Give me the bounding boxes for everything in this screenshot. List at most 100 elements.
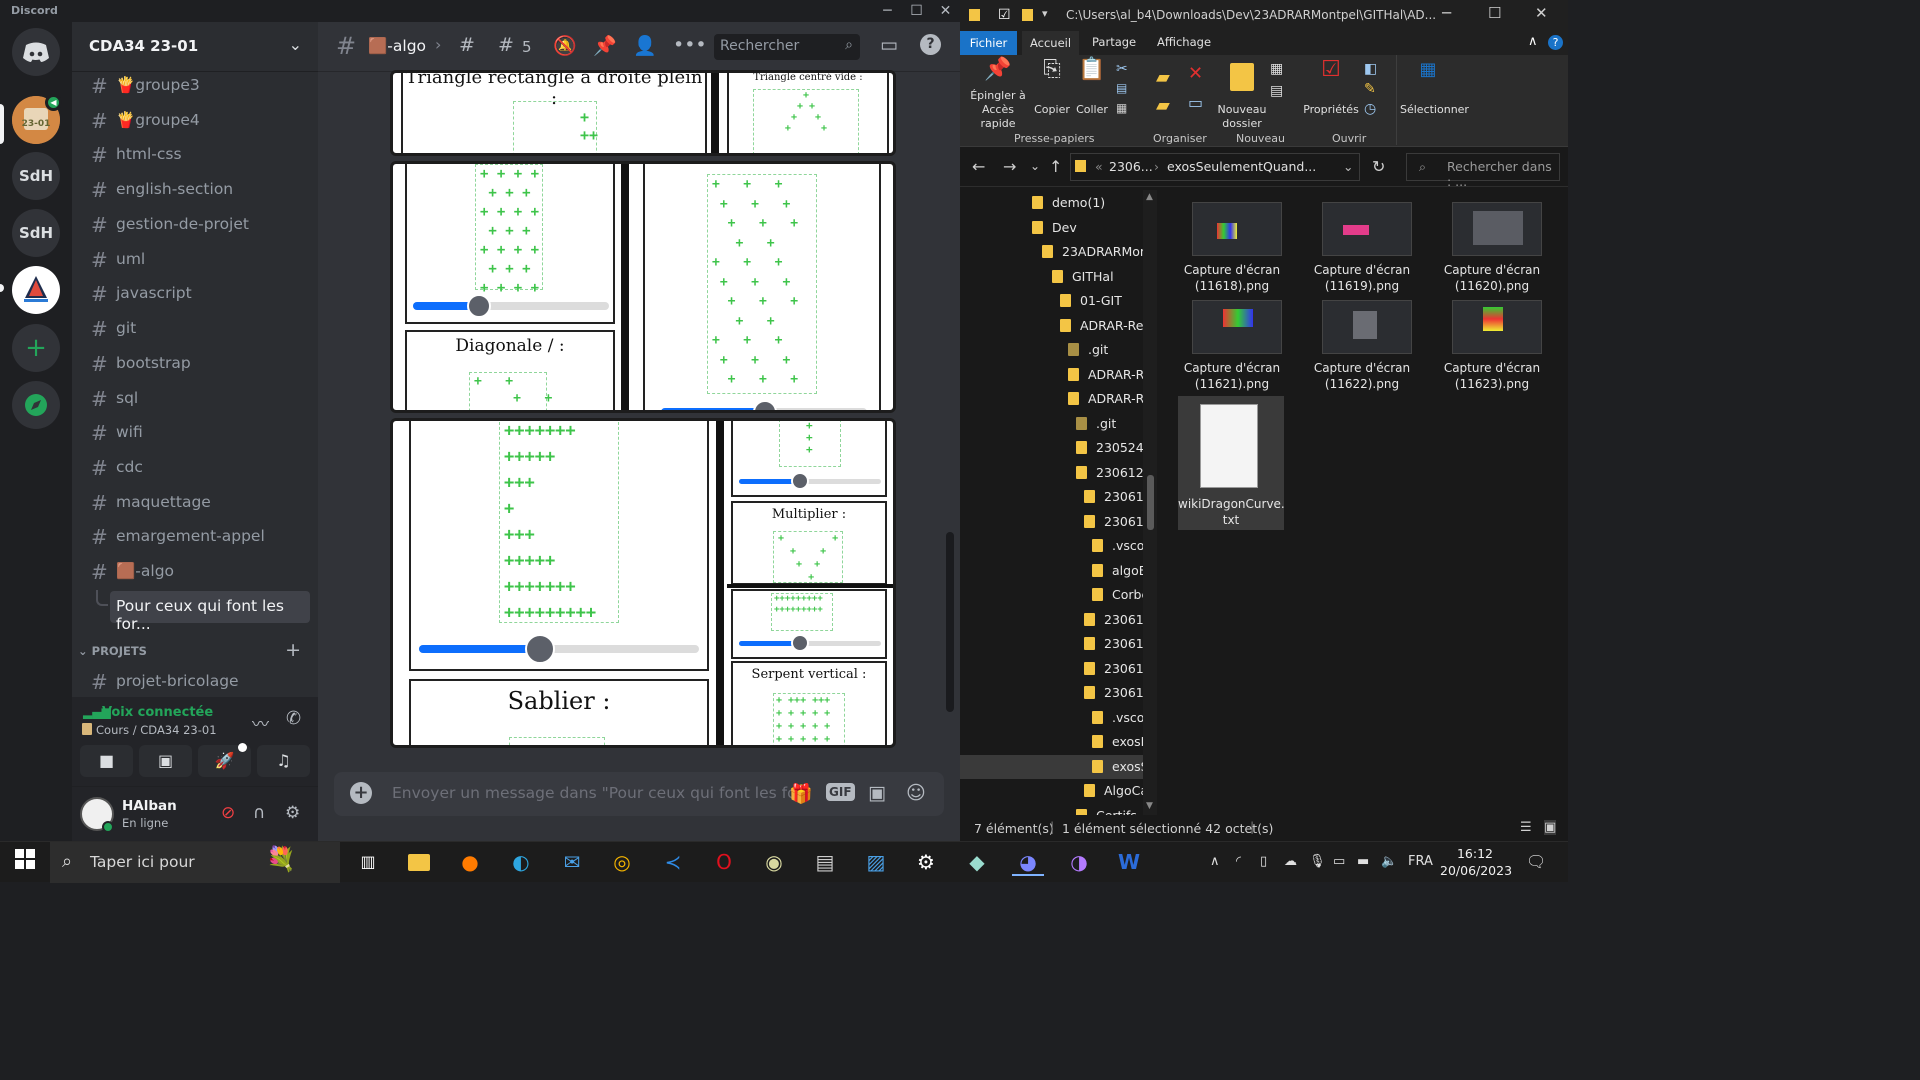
threads-icon[interactable]: # <box>498 34 514 56</box>
copy-to-icon[interactable]: ▰ <box>1156 95 1170 116</box>
file-item[interactable]: Capture d'écran (11621).png <box>1170 300 1294 396</box>
pin-quick-access-button[interactable]: 📌 Épingler à Accès rapide <box>964 59 1032 131</box>
more-icon[interactable]: ••• <box>673 34 707 56</box>
noise-suppression-icon[interactable]: 〰 <box>252 710 269 735</box>
select-button[interactable]: ▦ Sélectionner <box>1400 61 1469 117</box>
help-icon[interactable]: ? <box>920 34 941 55</box>
channel-item[interactable]: # 🍟groupe3 <box>80 70 310 102</box>
add-attachment-icon[interactable]: + <box>350 782 372 804</box>
new-item-icon[interactable]: ▦ <box>1270 61 1283 77</box>
range-slider[interactable] <box>413 294 609 318</box>
taskbar-search[interactable]: ⌕ Taper ici pour 💐 <box>50 842 340 883</box>
channel-item[interactable]: # english-section <box>80 174 310 206</box>
tree-node[interactable]: demo(1) <box>1032 191 1105 215</box>
server-sailboat-icon[interactable] <box>12 266 60 314</box>
category-projets[interactable]: ⌄ PROJETS + <box>78 639 310 662</box>
chat-channel-name[interactable]: 🟫-algo <box>368 37 426 55</box>
volume-icon[interactable]: 🔈 <box>1381 854 1397 869</box>
move-to-icon[interactable]: ▰ <box>1156 67 1170 88</box>
scroll-up-icon[interactable]: ▲ <box>1146 192 1153 202</box>
tree-node[interactable]: Dev <box>1032 216 1077 240</box>
chevron-down-icon[interactable]: ⌄ <box>289 35 302 54</box>
cut-icon[interactable]: ✂ <box>1116 61 1128 77</box>
tree-node[interactable]: 230619 <box>1084 681 1152 705</box>
guild-header[interactable]: CDA34 23-01 ⌄ <box>72 22 318 72</box>
tree-node[interactable]: 230614 <box>1084 608 1152 632</box>
paste-shortcut-icon[interactable]: ▦ <box>1116 101 1127 115</box>
settings-gear-icon[interactable]: ⚙ <box>910 848 942 876</box>
screen-share-button[interactable]: ▣ <box>139 745 192 777</box>
back-icon[interactable]: ← <box>972 157 985 176</box>
file-item[interactable]: Capture d'écran (11622).png <box>1300 300 1424 396</box>
app-icon[interactable]: ◉ <box>758 848 790 876</box>
wifi-icon[interactable]: ◜ <box>1236 854 1241 869</box>
tab-home[interactable]: Accueil <box>1022 31 1080 55</box>
file-explorer-icon[interactable] <box>403 848 435 876</box>
tree-node[interactable]: .git <box>1076 412 1116 436</box>
server-sdh-2[interactable]: SdH <box>12 209 60 257</box>
chevron-down-icon[interactable]: ⌄ <box>1343 159 1353 174</box>
add-server-icon[interactable]: + <box>12 324 60 372</box>
channel-item[interactable]: # gestion-de-projet <box>80 209 310 241</box>
thread-icon[interactable]: # <box>459 34 475 56</box>
collapse-ribbon-icon[interactable]: ∧ <box>1528 34 1538 49</box>
range-slider[interactable] <box>739 634 881 652</box>
headphones-icon[interactable]: ∩ <box>253 803 265 823</box>
language-indicator[interactable]: FRA <box>1408 854 1433 869</box>
channel-item[interactable]: # emargement-appel <box>80 521 310 553</box>
notifications-icon[interactable]: 🗨 <box>1526 852 1546 871</box>
pin-icon[interactable]: 📌 <box>593 34 617 57</box>
breadcrumb-current[interactable]: exosSeulementQuand... <box>1167 159 1316 174</box>
properties-quick-icon[interactable]: ☑ <box>998 7 1011 23</box>
close-icon[interactable]: ✕ <box>1535 4 1548 22</box>
properties-button[interactable]: ☑ Propriétés <box>1300 59 1362 117</box>
word-icon[interactable]: W <box>1113 848 1145 876</box>
new-folder-quick-icon[interactable] <box>1022 9 1033 21</box>
channel-item[interactable]: # git <box>80 313 310 345</box>
battery-icon[interactable]: ▬ <box>1357 854 1369 869</box>
new-folder-button[interactable]: Nouveau dossier <box>1216 63 1268 131</box>
discord-taskbar-icon[interactable]: ◕ <box>1012 848 1044 876</box>
tree-node[interactable]: 230615 <box>1084 657 1152 681</box>
help-icon[interactable]: ? <box>1548 35 1563 50</box>
tree-node[interactable]: 230614 <box>1084 632 1152 656</box>
gif-button[interactable]: GIF <box>826 783 855 801</box>
tree-node[interactable]: algoB <box>1092 559 1147 583</box>
copy-path-icon[interactable]: ▤ <box>1116 81 1127 95</box>
app-icon[interactable]: ▤ <box>809 848 841 876</box>
tab-share[interactable]: Partage <box>1092 35 1136 49</box>
tree-node[interactable]: 230612 <box>1084 485 1152 509</box>
opera-icon[interactable]: O <box>708 848 740 876</box>
channel-item[interactable]: # projet-bricolage <box>80 666 310 698</box>
emoji-icon[interactable]: ☺ <box>906 782 926 804</box>
search-input[interactable]: Rechercher ⌕ <box>714 34 860 60</box>
server-sdh-1[interactable]: SdH <box>12 152 60 200</box>
channel-item[interactable]: # wifi <box>80 417 310 449</box>
cloud-icon[interactable]: ☁ <box>1284 854 1297 869</box>
mic-muted-icon[interactable]: ⊘ <box>221 803 235 823</box>
chrome-icon[interactable]: ◎ <box>606 848 638 876</box>
refresh-icon[interactable]: ↻ <box>1372 157 1385 176</box>
app-icon[interactable]: ◑ <box>1063 848 1095 876</box>
file-item-selected[interactable]: wikiDragonCurve. txt <box>1178 396 1285 530</box>
recent-dropdown-icon[interactable]: ⌄ <box>1030 159 1040 173</box>
range-slider[interactable] <box>419 634 699 664</box>
inbox-icon[interactable]: ▭ <box>880 34 898 56</box>
firefox-icon[interactable]: ● <box>454 848 486 876</box>
tree-node[interactable]: exosS <box>960 754 1149 779</box>
attachment-image[interactable]: + + + + + + + + + + + + + + + + + + + + … <box>390 161 896 413</box>
thread-item-selected[interactable]: Pour ceux qui font les for... <box>110 591 310 633</box>
slider-handle[interactable] <box>791 472 809 490</box>
server-cda34-icon[interactable]: 23-01 ◀ <box>12 94 62 144</box>
sticker-icon[interactable]: ▣ <box>868 782 886 804</box>
tree-node[interactable]: 23ADRARMont <box>1042 240 1153 264</box>
maximize-icon[interactable]: ☐ <box>1488 4 1501 22</box>
rename-icon[interactable]: ▭ <box>1188 93 1203 112</box>
microphone-icon[interactable]: 🎙 <box>1309 854 1326 869</box>
tree-node[interactable]: ADRAR-Re <box>1068 387 1151 411</box>
voice-channel-name[interactable]: Cours / CDA34 23-01 <box>96 723 217 737</box>
photos-icon[interactable]: ▨ <box>860 848 892 876</box>
copy-button[interactable]: ⎘ Copier <box>1032 59 1072 117</box>
display-icon[interactable]: ▭ <box>1333 854 1345 869</box>
tree-node[interactable]: Certifs <box>1076 804 1137 815</box>
